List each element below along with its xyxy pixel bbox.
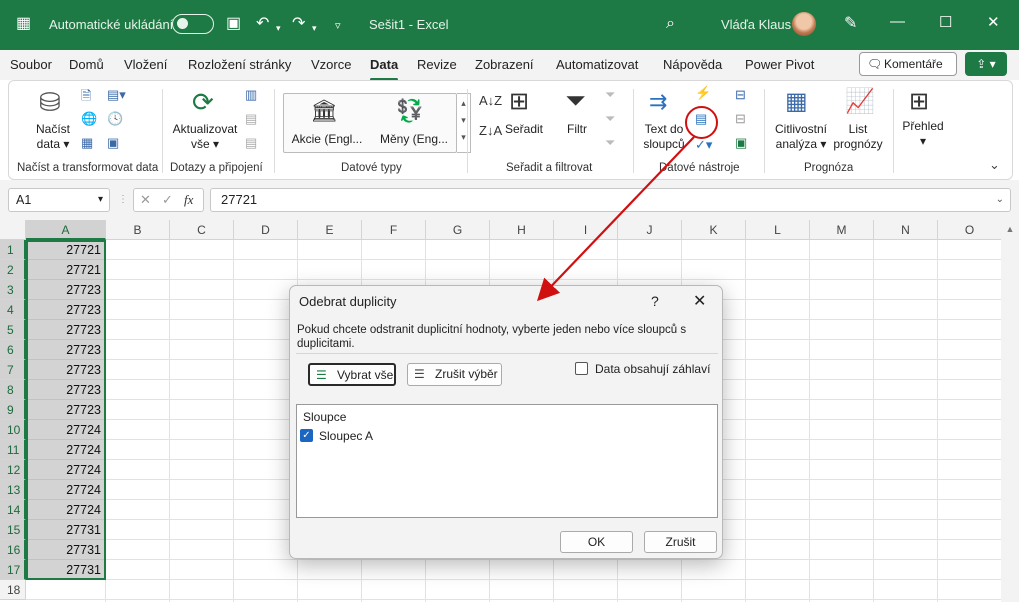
annotation-arrow bbox=[536, 136, 695, 302]
arrow-line bbox=[536, 136, 695, 302]
